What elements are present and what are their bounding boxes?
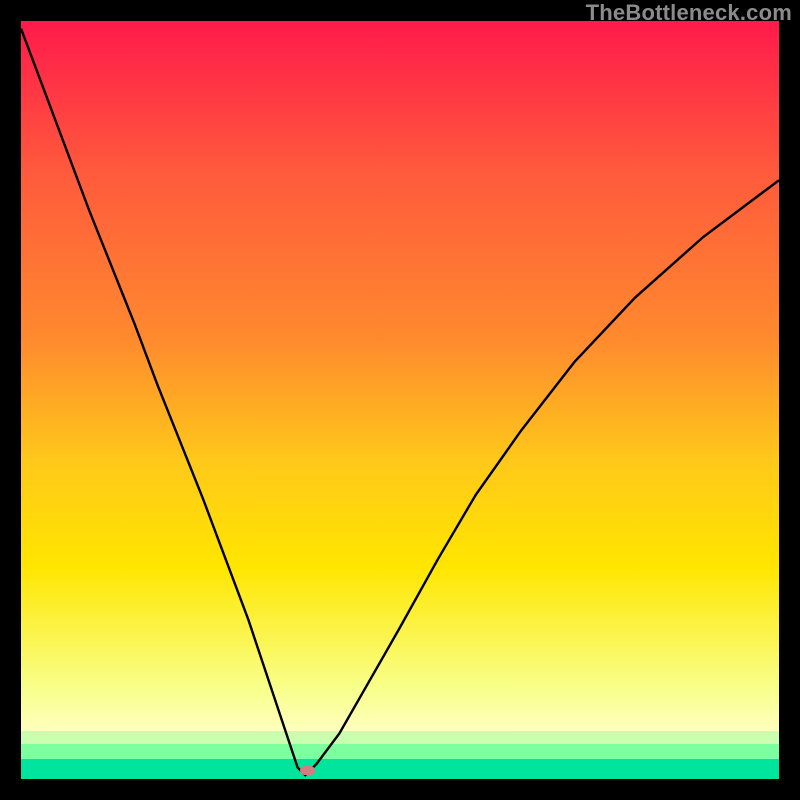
curve-layer [21, 21, 779, 779]
plot-area [21, 21, 779, 779]
optimal-marker [300, 766, 314, 775]
bottleneck-curve [21, 29, 779, 776]
watermark-text: TheBottleneck.com [586, 0, 792, 26]
chart-frame: TheBottleneck.com [0, 0, 800, 800]
